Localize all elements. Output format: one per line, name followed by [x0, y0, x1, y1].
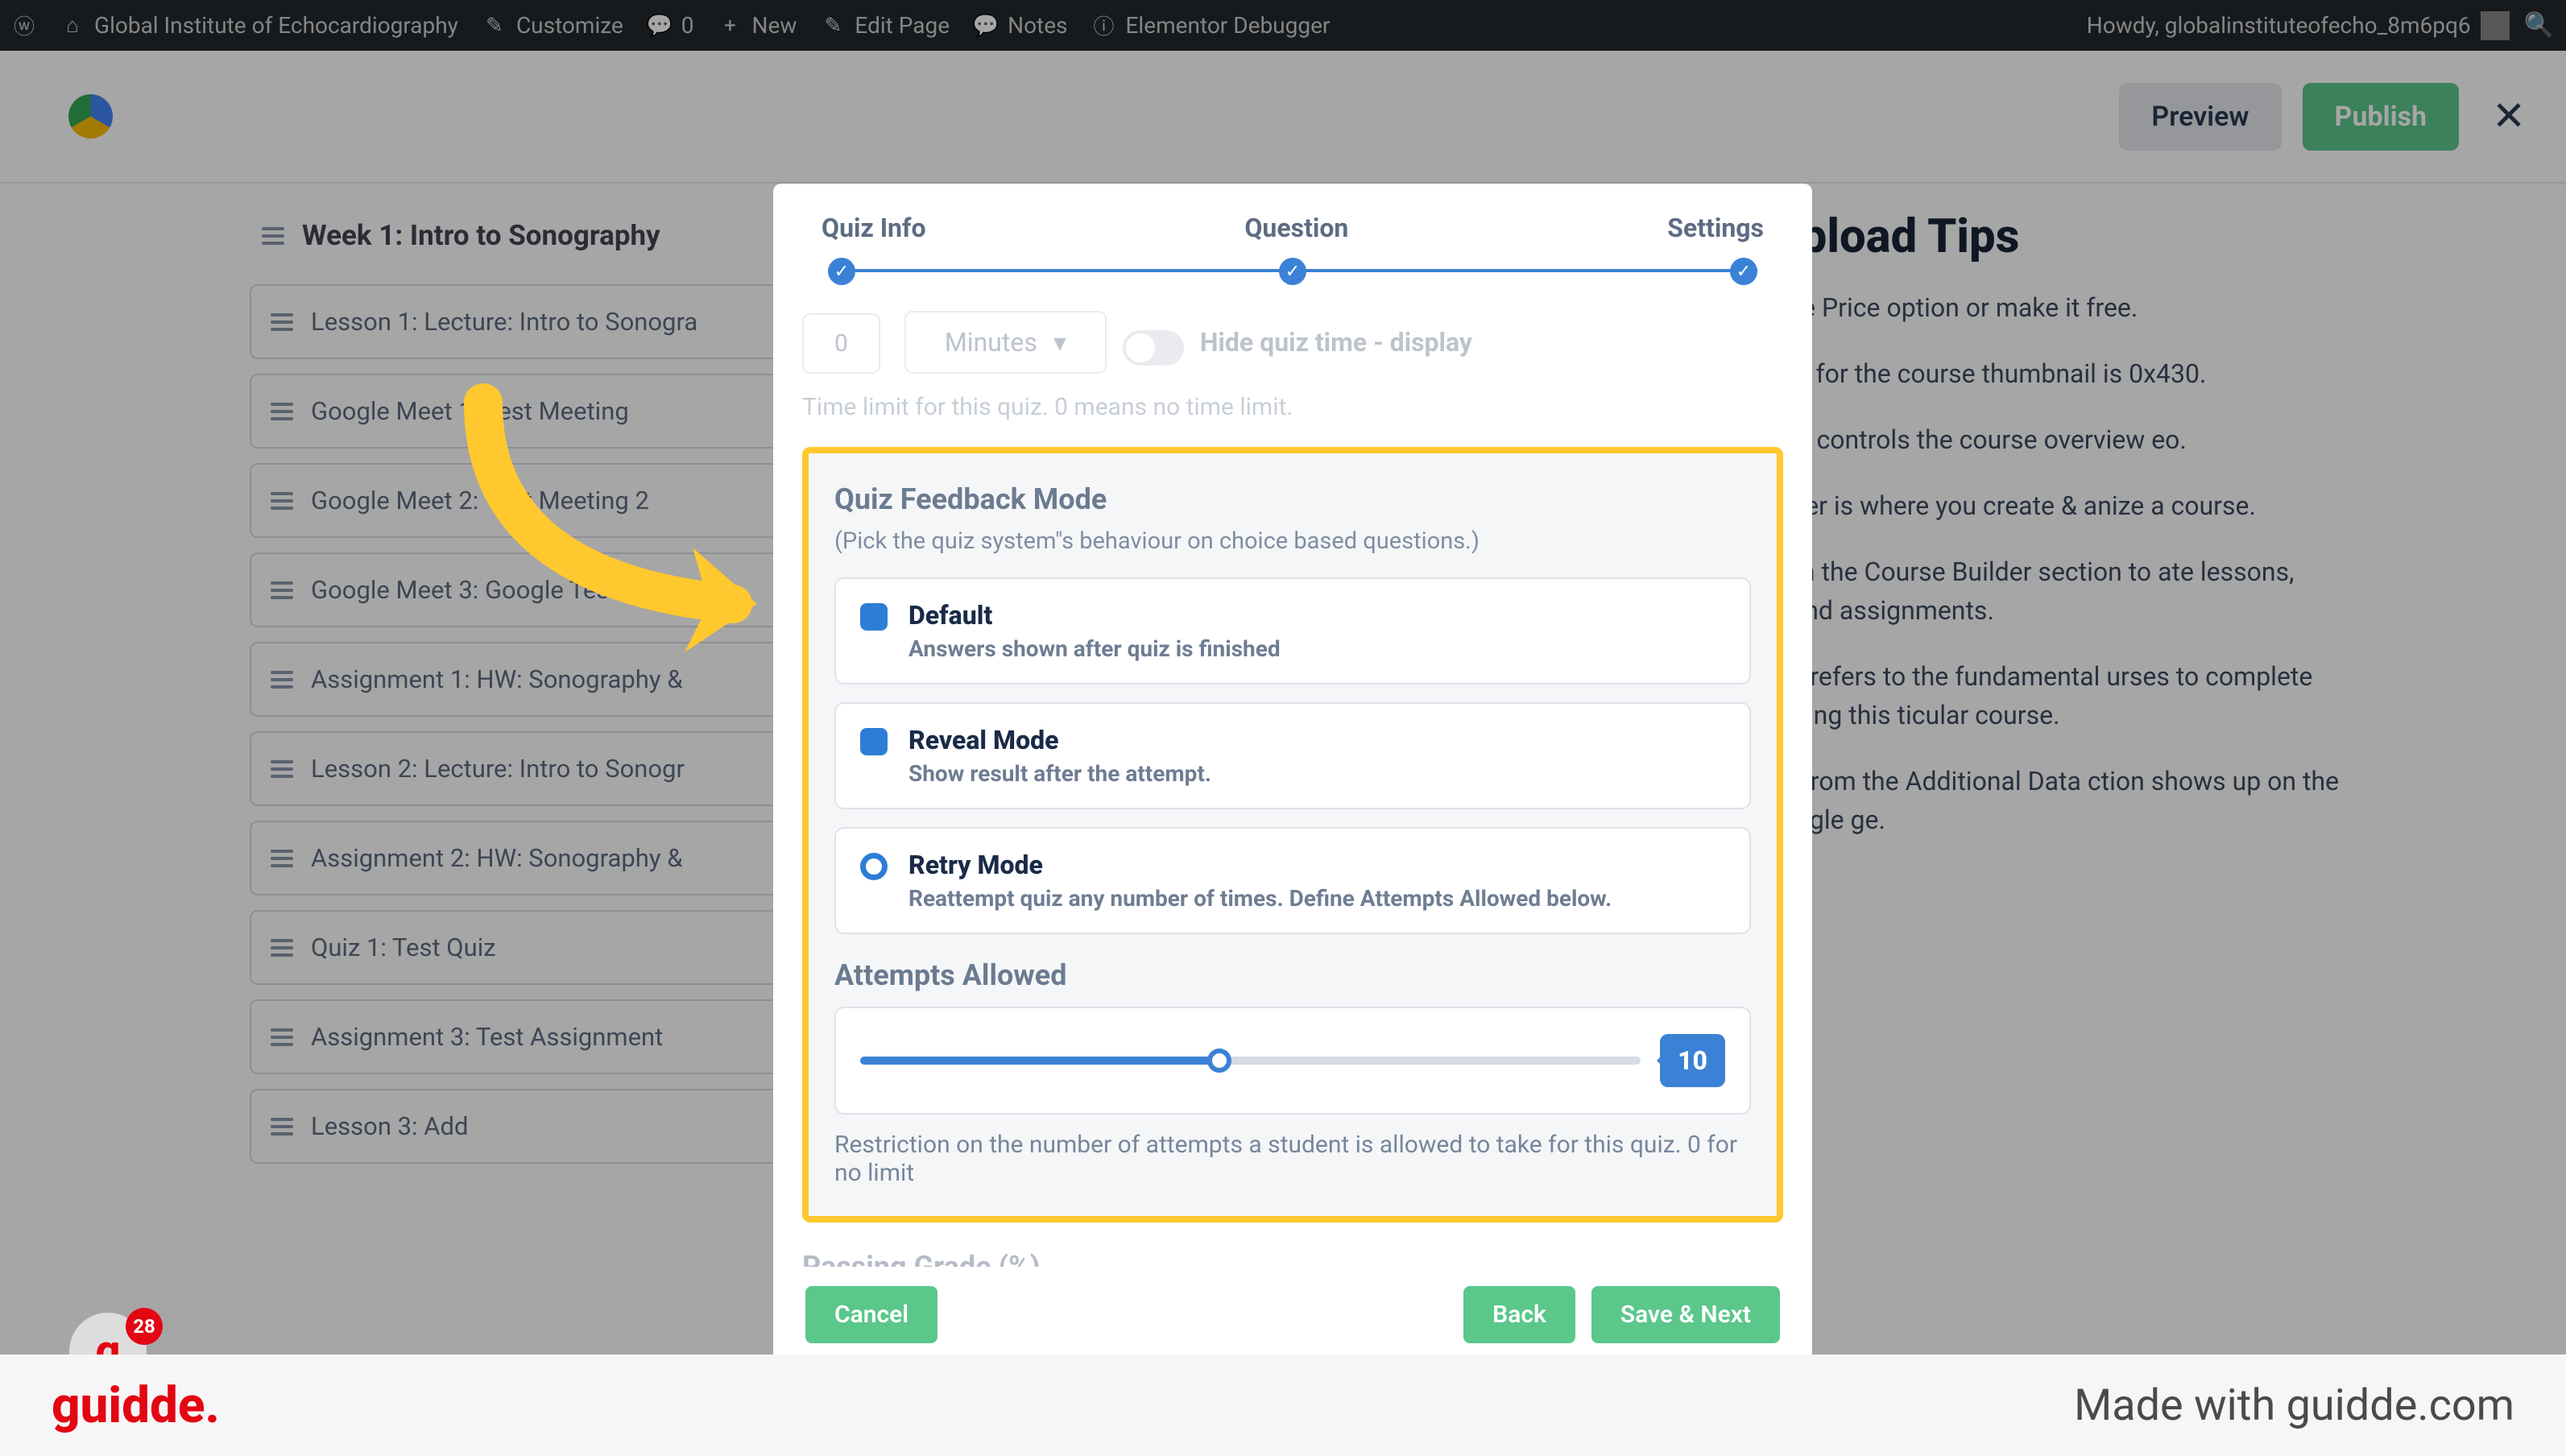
- chevron-down-icon: ▾: [1053, 327, 1066, 358]
- option-title: Retry Mode: [908, 850, 1612, 880]
- step-settings[interactable]: Settings: [1667, 213, 1764, 243]
- slider-value: 10: [1660, 1034, 1725, 1087]
- passing-grade-title: Passing Grade (%): [802, 1250, 1783, 1267]
- feedback-option-retry[interactable]: Retry Mode Reattempt quiz any number of …: [834, 827, 1751, 934]
- modal-footer: Cancel Back Save & Next: [773, 1267, 1812, 1367]
- step-question[interactable]: Question: [1244, 213, 1348, 243]
- feedback-mode-section: Quiz Feedback Mode (Pick the quiz system…: [802, 447, 1783, 1222]
- check-icon: ✓: [1730, 258, 1757, 285]
- cancel-button[interactable]: Cancel: [805, 1286, 937, 1343]
- radio-icon: [860, 728, 888, 755]
- guidde-attribution: Made with guidde.com: [2074, 1380, 2514, 1431]
- option-title: Default: [908, 600, 1281, 631]
- step-quiz-info[interactable]: Quiz Info: [822, 213, 926, 243]
- option-desc: Show result after the attempt.: [908, 760, 1211, 787]
- section-subtitle: (Pick the quiz system"s behaviour on cho…: [834, 527, 1751, 555]
- save-next-button[interactable]: Save & Next: [1591, 1286, 1780, 1343]
- check-icon: ✓: [1279, 258, 1306, 285]
- attempts-slider[interactable]: 10: [834, 1007, 1751, 1115]
- check-icon: ✓: [828, 258, 855, 285]
- back-button[interactable]: Back: [1463, 1286, 1575, 1343]
- slider-thumb[interactable]: [1207, 1049, 1231, 1073]
- annotation-arrow: [435, 370, 822, 676]
- stepper-track: ✓ ✓ ✓: [828, 254, 1757, 287]
- radio-selected-icon: [860, 853, 888, 880]
- time-unit-select[interactable]: Minutes▾: [904, 311, 1107, 374]
- feedback-option-reveal[interactable]: Reveal Mode Show result after the attemp…: [834, 702, 1751, 809]
- radio-icon: [860, 603, 888, 631]
- option-title: Reveal Mode: [908, 725, 1211, 755]
- guidde-logo: guidde.: [52, 1376, 220, 1435]
- hide-time-label: Hide quiz time - display: [1200, 327, 1472, 358]
- guidde-footer: guidde. Made with guidde.com: [0, 1355, 2566, 1456]
- option-desc: Reattempt quiz any number of times. Defi…: [908, 885, 1612, 912]
- time-limit-input[interactable]: 0: [802, 313, 880, 374]
- option-desc: Answers shown after quiz is finished: [908, 635, 1281, 662]
- attempts-help: Restriction on the number of attempts a …: [834, 1131, 1751, 1187]
- slider-track[interactable]: [860, 1057, 1641, 1065]
- attempts-title: Attempts Allowed: [834, 958, 1751, 992]
- badge-count: 28: [126, 1308, 163, 1345]
- quiz-settings-modal: Quiz Info Question Settings ✓ ✓ ✓ 0 Minu…: [773, 184, 1812, 1367]
- hide-time-toggle[interactable]: [1123, 330, 1184, 366]
- feedback-option-default[interactable]: Default Answers shown after quiz is fini…: [834, 577, 1751, 685]
- section-title: Quiz Feedback Mode: [834, 482, 1751, 516]
- time-help-text: Time limit for this quiz. 0 means no tim…: [802, 393, 1783, 421]
